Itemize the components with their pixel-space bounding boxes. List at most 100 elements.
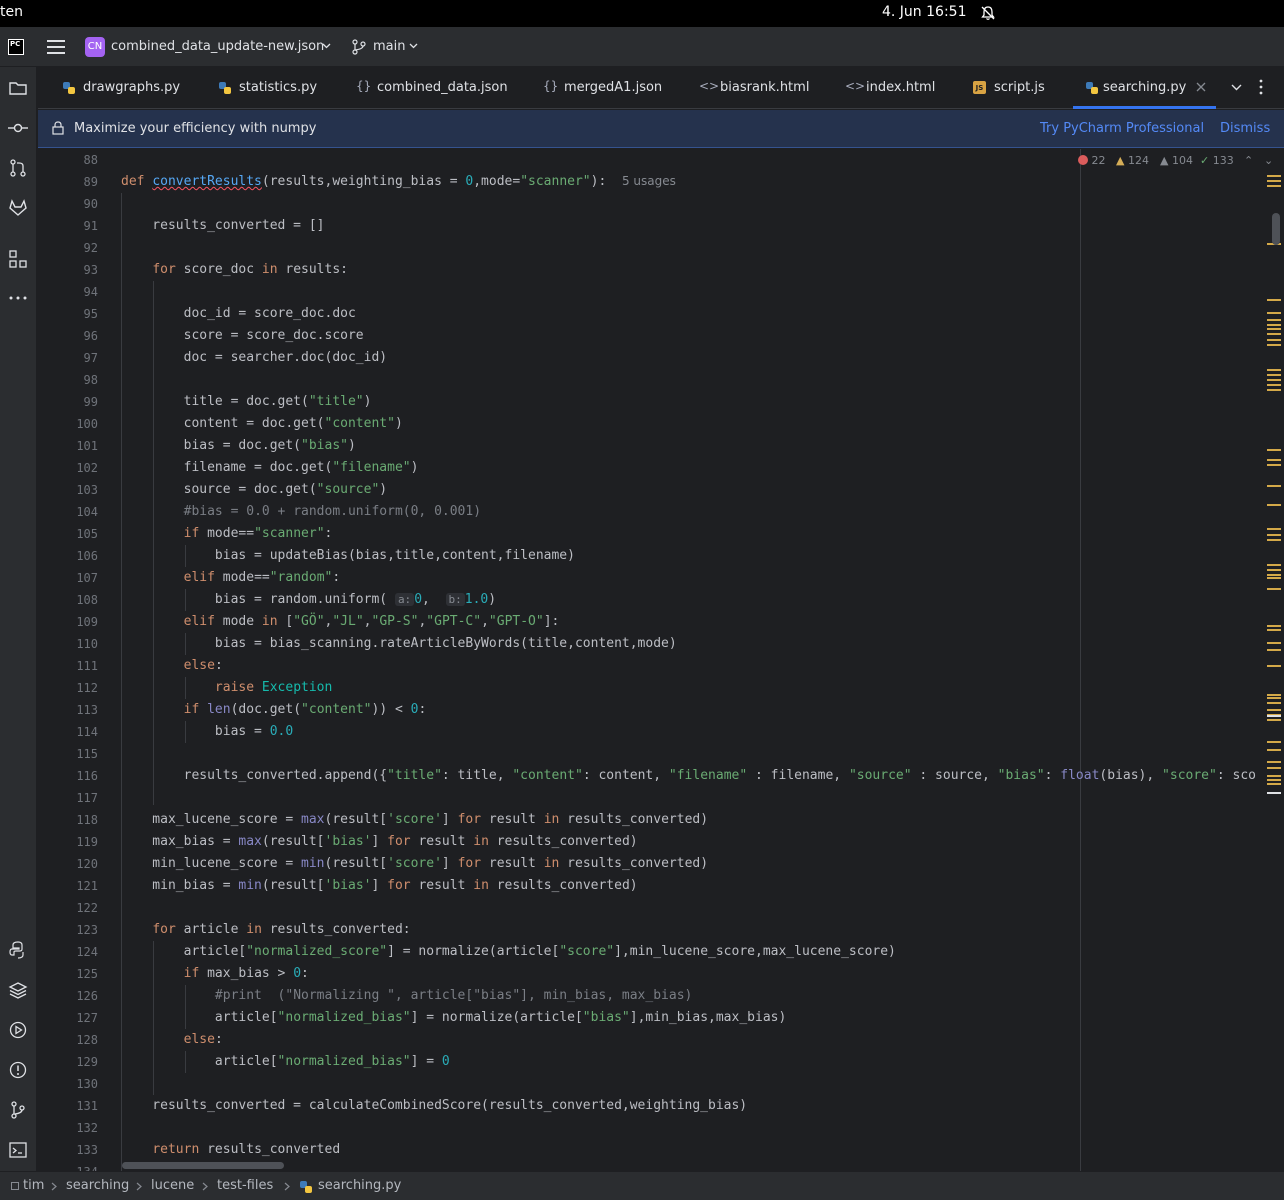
line-number[interactable]: 105 <box>38 527 98 541</box>
error-stripe-mark[interactable] <box>1267 384 1281 386</box>
line-number[interactable]: 98 <box>38 373 98 387</box>
git-branch-icon[interactable] <box>352 39 366 55</box>
error-stripe-mark[interactable] <box>1267 625 1281 627</box>
error-stripe-mark[interactable] <box>1267 539 1281 541</box>
python-console-icon[interactable] <box>8 940 28 960</box>
line-number[interactable]: 112 <box>38 681 98 695</box>
error-stripe-mark[interactable] <box>1267 333 1281 335</box>
line-number[interactable]: 89 <box>38 175 98 189</box>
try-professional-link[interactable]: Try PyCharm Professional <box>1040 121 1204 136</box>
code-line[interactable]: min_lucene_score = min(result['score'] f… <box>121 856 708 871</box>
line-number[interactable]: 119 <box>38 835 98 849</box>
error-stripe-mark[interactable] <box>1267 379 1281 381</box>
error-stripe-mark[interactable] <box>1267 328 1281 330</box>
error-stripe-mark[interactable] <box>1267 588 1281 590</box>
error-stripe[interactable] <box>1266 149 1284 1171</box>
line-number[interactable]: 113 <box>38 703 98 717</box>
line-number[interactable]: 123 <box>38 923 98 937</box>
chevron-down-icon[interactable] <box>1231 84 1242 91</box>
line-number[interactable]: 109 <box>38 615 98 629</box>
bell-muted-icon[interactable] <box>980 5 996 21</box>
error-stripe-mark[interactable] <box>1267 792 1281 794</box>
error-stripe-mark[interactable] <box>1267 775 1281 777</box>
line-number[interactable]: 100 <box>38 417 98 431</box>
line-number[interactable]: 124 <box>38 945 98 959</box>
commit-icon[interactable] <box>8 118 28 138</box>
chevron-down-icon[interactable] <box>409 43 418 49</box>
vertical-scrollbar-thumb[interactable] <box>1272 213 1280 245</box>
code-line[interactable]: for article in results_converted: <box>121 922 410 937</box>
structure-icon[interactable] <box>8 249 28 269</box>
line-number[interactable]: 129 <box>38 1055 98 1069</box>
code-line[interactable]: results_converted = [] <box>121 218 324 233</box>
error-stripe-mark[interactable] <box>1267 694 1281 696</box>
error-stripe-mark[interactable] <box>1267 564 1281 566</box>
code-line[interactable]: source = doc.get("source") <box>121 482 388 497</box>
git-icon[interactable] <box>8 1100 28 1120</box>
more-tools-icon[interactable] <box>8 288 28 308</box>
problems-icon[interactable] <box>8 1060 28 1080</box>
error-stripe-mark[interactable] <box>1267 299 1281 301</box>
line-number[interactable]: 131 <box>38 1099 98 1113</box>
line-number[interactable]: 121 <box>38 879 98 893</box>
breadcrumb-item[interactable]: lucene <box>151 1178 194 1193</box>
line-number[interactable]: 120 <box>38 857 98 871</box>
line-number[interactable]: 126 <box>38 989 98 1003</box>
line-number[interactable]: 99 <box>38 395 98 409</box>
code-line[interactable]: #bias = 0.0 + random.uniform(0, 0.001) <box>121 504 481 519</box>
more-vertical-icon[interactable] <box>1259 79 1263 95</box>
error-stripe-mark[interactable] <box>1267 369 1281 371</box>
code-line[interactable]: max_bias = max(result['bias'] for result… <box>121 834 637 849</box>
line-number[interactable]: 114 <box>38 725 98 739</box>
line-number[interactable]: 130 <box>38 1077 98 1091</box>
code-line[interactable]: bias = 0.0 <box>121 724 293 739</box>
breadcrumb-item[interactable]: searching <box>66 1178 129 1193</box>
error-stripe-mark[interactable] <box>1267 783 1281 785</box>
line-number[interactable]: 90 <box>38 197 98 211</box>
error-stripe-mark[interactable] <box>1267 339 1281 341</box>
line-number[interactable]: 125 <box>38 967 98 981</box>
code-line[interactable]: raise Exception <box>121 680 332 695</box>
folder-icon[interactable] <box>8 78 28 98</box>
code-line[interactable]: return results_converted <box>121 1142 340 1157</box>
error-stripe-mark[interactable] <box>1267 749 1281 751</box>
code-line[interactable]: article["normalized_bias"] = 0 <box>121 1054 450 1069</box>
line-number[interactable]: 94 <box>38 285 98 299</box>
error-stripe-mark[interactable] <box>1267 767 1281 769</box>
error-stripe-mark[interactable] <box>1267 649 1281 651</box>
error-stripe-mark[interactable] <box>1267 312 1281 314</box>
error-stripe-mark[interactable] <box>1267 629 1281 631</box>
code-line[interactable]: bias = updateBias(bias,title,content,fil… <box>121 548 575 563</box>
line-number-gutter[interactable]: 88 89 90 91 92 93 94 95 96 97 98 99 100 101 102 103 104 1… <box>38 149 98 1171</box>
line-number[interactable]: 91 <box>38 219 98 233</box>
error-stripe-mark[interactable] <box>1267 715 1281 717</box>
code-line[interactable]: max_lucene_score = max(result['score'] f… <box>121 812 708 827</box>
main-menu-icon[interactable] <box>47 40 65 54</box>
line-number[interactable]: 133 <box>38 1143 98 1157</box>
code-line[interactable]: article["normalized_bias"] = normalize(a… <box>121 1010 786 1025</box>
code-line[interactable]: min_bias = min(result['bias'] for result… <box>121 878 637 893</box>
breadcrumb-item[interactable]: test-files <box>217 1178 273 1193</box>
terminal-icon[interactable] <box>8 1140 28 1160</box>
line-number[interactable]: 104 <box>38 505 98 519</box>
code-line[interactable]: results_converted = calculateCombinedSco… <box>121 1098 747 1113</box>
code-line[interactable]: doc = searcher.doc(doc_id) <box>121 350 388 365</box>
error-stripe-mark[interactable] <box>1267 719 1281 721</box>
line-number[interactable]: 117 <box>38 791 98 805</box>
branch-selector[interactable]: main <box>373 39 405 54</box>
line-number[interactable]: 103 <box>38 483 98 497</box>
dismiss-link[interactable]: Dismiss <box>1220 121 1270 136</box>
code-line[interactable]: score = score_doc.score <box>121 328 364 343</box>
error-stripe-mark[interactable] <box>1267 528 1281 530</box>
code-line[interactable]: #print ("Normalizing ", article["bias"],… <box>121 988 692 1003</box>
layers-icon[interactable] <box>8 980 28 1000</box>
code-line[interactable]: if max_bias > 0: <box>121 966 309 981</box>
breadcrumb-item[interactable]: tim <box>23 1178 44 1193</box>
code-line[interactable]: doc_id = score_doc.doc <box>121 306 356 321</box>
code-line[interactable]: article["normalized_score"] = normalize(… <box>121 944 896 959</box>
error-stripe-mark[interactable] <box>1267 344 1281 346</box>
os-clock[interactable]: 4. Jun 16:51 <box>882 4 966 20</box>
code-line[interactable]: elif mode=="random": <box>121 570 341 585</box>
error-stripe-mark[interactable] <box>1267 175 1281 177</box>
line-number[interactable]: 93 <box>38 263 98 277</box>
